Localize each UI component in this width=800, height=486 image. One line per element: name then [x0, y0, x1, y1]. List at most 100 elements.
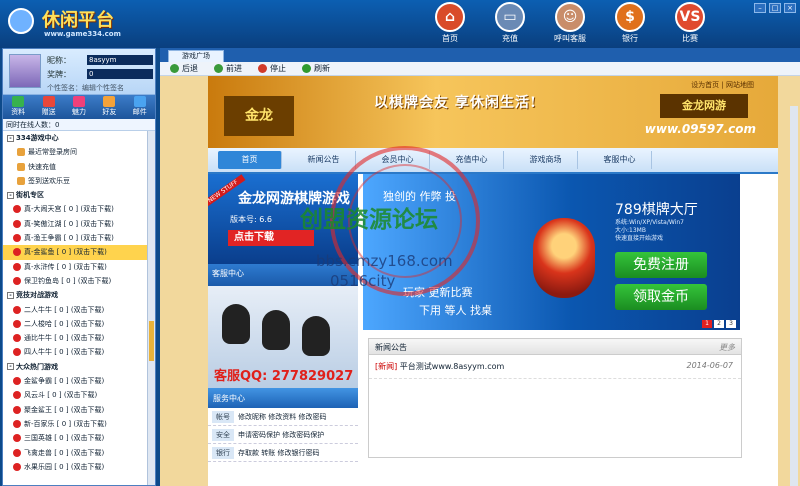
back-button[interactable]: 后退: [170, 63, 198, 74]
tree-item[interactable]: 真-金鲨鱼 [ 0 ] (双击下载): [3, 245, 147, 260]
tree-category[interactable]: - 大众热门游戏: [3, 360, 147, 374]
site-top-links[interactable]: 设为首页 | 网站地图: [691, 80, 754, 90]
nav-recharge-label: 充值: [502, 34, 518, 43]
nav-match-button[interactable]: VS 比赛: [670, 2, 710, 44]
home-icon: ⌂: [435, 2, 465, 32]
tab-strip: 游戏广场: [160, 48, 800, 62]
menu-home[interactable]: 首页: [218, 151, 282, 169]
tree-item[interactable]: 四人牛牛 [ 0 ] (双击下载): [3, 345, 147, 359]
left-panel: 昵称： 8asyym 奖牌： 0 个性签名：编辑个性签名 资料 赠送 魅力 好友…: [2, 48, 156, 486]
tree-item[interactable]: 金鲨争霸 [ 0 ] (双击下载): [3, 374, 147, 388]
shortcut-icon: [17, 148, 25, 157]
menu-service[interactable]: 客服中心: [588, 151, 652, 169]
tree-item[interactable]: 快速充值: [3, 160, 147, 174]
service-links[interactable]: 存取款 转账 修改银行密码: [238, 448, 319, 458]
web-content: 金龙 以棋牌会友 享休闲生活! 设为首页 | 网站地图 金龙网游 www.095…: [160, 76, 800, 486]
tree-item[interactable]: 真-笑傲江湖 [ 0 ] (双击下载): [3, 217, 147, 231]
tree-label: 真-笑傲江湖 [ 0 ] (双击下载): [24, 219, 114, 228]
signature[interactable]: 个性签名：编辑个性签名: [47, 83, 124, 93]
tree-scrollbar[interactable]: [147, 131, 155, 485]
signature-value: 编辑个性签名: [82, 84, 124, 92]
nav-bank-button[interactable]: $ 银行: [610, 2, 650, 44]
profile-button[interactable]: 资料: [5, 96, 31, 119]
profile-icon: [12, 96, 25, 107]
news-tag: [新闻]: [375, 362, 398, 371]
mail-button[interactable]: 邮件: [127, 96, 153, 119]
tree-item[interactable]: 最近常登录房间: [3, 145, 147, 159]
game-icon: [13, 305, 21, 314]
service-tag: 安全: [212, 428, 234, 441]
back-arrow-icon: [170, 64, 179, 73]
window-controls: – □ ×: [754, 3, 796, 13]
tree-item[interactable]: 通比牛牛 [ 0 ] (双击下载): [3, 331, 147, 345]
tree-item[interactable]: 新-百家乐 [ 0 ] (双击下载): [3, 417, 147, 431]
tab-game-plaza[interactable]: 游戏广场: [168, 50, 224, 62]
avatar[interactable]: [9, 54, 41, 88]
tree-item[interactable]: 聚金鲨王 [ 0 ] (双击下载): [3, 403, 147, 417]
tree-item[interactable]: 真-渔王争霸 [ 0 ] (双击下载): [3, 231, 147, 245]
collapse-icon: -: [7, 134, 14, 142]
site-slogan: 以棋牌会友 享休闲生活!: [374, 95, 538, 111]
close-icon[interactable]: ×: [784, 3, 796, 13]
tree-label: 竞技对战游戏: [16, 291, 58, 300]
nickname-value: 8asyym: [87, 55, 153, 65]
register-button[interactable]: 免费注册: [615, 252, 707, 278]
tree-label: 二人梭哈 [ 0 ] (双击下载): [24, 319, 105, 328]
title-bar: 休闲平台 www.game334.com ⌂ 首页 ▭ 充值 ☺ 呼叫客服 $ 银行 V…: [0, 0, 800, 48]
stop-button[interactable]: 停止: [258, 63, 286, 74]
service-links[interactable]: 修改昵称 修改资料 修改密码: [238, 412, 326, 422]
forward-button[interactable]: 前进: [214, 63, 242, 74]
stop-label: 停止: [270, 64, 286, 73]
tree-item[interactable]: 风云斗 [ 0 ] (双击下载): [3, 388, 147, 402]
tree-item[interactable]: 三国英雄 [ 0 ] (双击下载): [3, 431, 147, 445]
game-icon: [13, 234, 21, 243]
slider-page-2[interactable]: 2: [714, 320, 724, 328]
vs-icon: VS: [675, 2, 705, 32]
news-item[interactable]: [新闻] 平台测试www.8asyym.com 2014-06-07: [369, 355, 741, 379]
news-header: 新闻公告 更多: [369, 339, 741, 355]
refresh-button[interactable]: 刷新: [302, 63, 330, 74]
tree-category[interactable]: - 街机专区: [3, 188, 147, 202]
page-scrollbar[interactable]: [790, 106, 798, 486]
news-title: 新闻公告: [375, 343, 407, 352]
slider-sys: 系统:Win/XP/Vista/Win7: [615, 219, 684, 226]
tree-item[interactable]: 二人梭哈 [ 0 ] (双击下载): [3, 317, 147, 331]
coin-label: 奖牌：: [47, 70, 71, 79]
promo-version: 版本号: 6.6: [230, 215, 272, 224]
tree-item[interactable]: 真-水浒传 [ 0 ] (双击下载): [3, 260, 147, 274]
top-nav: ⌂ 首页 ▭ 充值 ☺ 呼叫客服 $ 银行 VS 比赛: [430, 2, 730, 44]
friends-button[interactable]: 好友: [96, 96, 122, 119]
charm-button[interactable]: 魅力: [66, 96, 92, 119]
tree-item[interactable]: 水果乐园 [ 0 ] (双击下载): [3, 460, 147, 474]
tree-category[interactable]: -334游戏中心: [3, 131, 147, 145]
news-date: 2014-06-07: [686, 361, 734, 370]
tree-label: 保卫钓鱼岛 [ 0 ] (双击下载): [24, 276, 112, 285]
news-more-link[interactable]: 更多: [719, 342, 735, 353]
menu-news[interactable]: 新闻公告: [292, 151, 356, 169]
menu-shop[interactable]: 游戏商场: [514, 151, 578, 169]
minimize-icon[interactable]: –: [754, 3, 766, 13]
gift-button[interactable]: 赠送: [36, 96, 62, 119]
slider-page-3[interactable]: 3: [726, 320, 736, 328]
claim-gold-button[interactable]: 领取金币: [615, 284, 707, 310]
nav-recharge-button[interactable]: ▭ 充值: [490, 2, 530, 44]
maximize-icon[interactable]: □: [769, 3, 781, 13]
tree-item[interactable]: 二人牛牛 [ 0 ] (双击下载): [3, 303, 147, 317]
tree-label: 334游戏中心: [16, 134, 59, 142]
service-links[interactable]: 申请密码保护 修改密码保护: [238, 430, 324, 440]
site-page: 金龙 以棋牌会友 享休闲生活! 设为首页 | 网站地图 金龙网游 www.095…: [208, 76, 778, 486]
service-center-header: 服务中心: [208, 388, 358, 408]
scroll-thumb[interactable]: [149, 321, 154, 361]
tree-item[interactable]: 保卫钓鱼岛 [ 0 ] (双击下载): [3, 274, 147, 288]
slider-page-1[interactable]: 1: [702, 320, 712, 328]
nav-home-button[interactable]: ⌂ 首页: [430, 2, 470, 44]
friends-icon: [103, 96, 116, 107]
tree-label: 真-渔王争霸 [ 0 ] (双击下载): [24, 234, 114, 243]
tree-item[interactable]: 真-大闹天宫 [ 0 ] (双击下载): [3, 202, 147, 216]
tree-category[interactable]: - 竞技对战游戏: [3, 288, 147, 302]
service-list: 帐号 修改昵称 修改资料 修改密码 安全 申请密码保护 修改密码保护 银行 存取款 转…: [208, 408, 358, 468]
tree-item[interactable]: 签到送欢乐豆: [3, 174, 147, 188]
tree-item[interactable]: 飞禽走兽 [ 0 ] (双击下载): [3, 446, 147, 460]
mail-icon: [133, 96, 146, 107]
nav-support-button[interactable]: ☺ 呼叫客服: [550, 2, 590, 44]
